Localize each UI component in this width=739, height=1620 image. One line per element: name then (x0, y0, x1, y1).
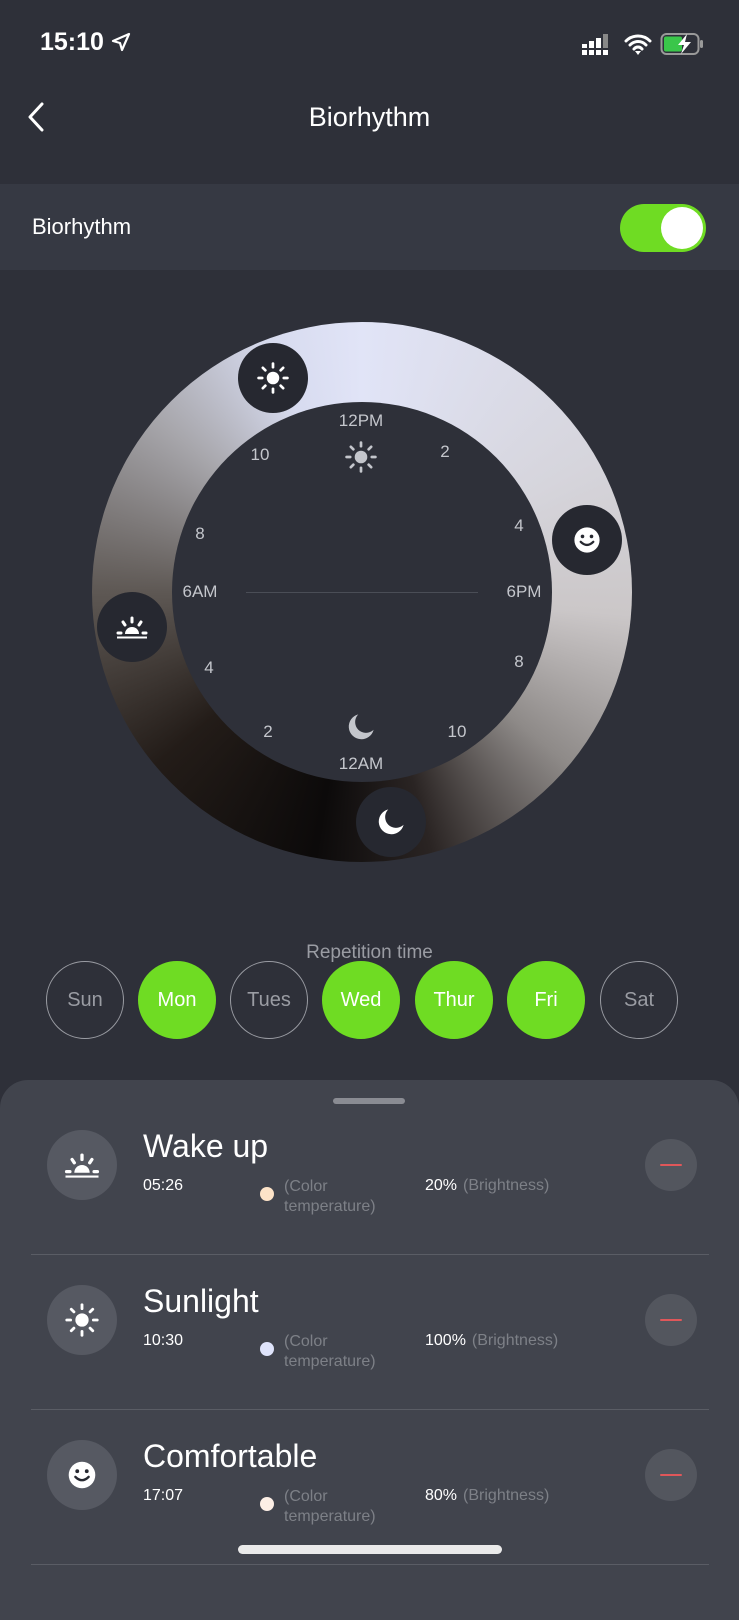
moon-icon (373, 804, 409, 840)
brightness-value: 20% (Brightness) (425, 1177, 549, 1195)
brightness-percent: 20% (425, 1177, 458, 1194)
page-title: Biorhythm (308, 102, 431, 132)
tick-12am: 12AM (338, 754, 384, 773)
brightness-value: 100% (Brightness) (425, 1332, 558, 1350)
noon-sun-icon (343, 439, 379, 475)
item-time: 05:26 (143, 1177, 184, 1194)
day-wed[interactable]: Wed (322, 961, 400, 1039)
item-title: Sunlight (143, 1283, 259, 1319)
smile-icon (569, 522, 605, 558)
biorhythm-setting-row: Biorhythm (0, 184, 739, 270)
tick-6am: 6AM (182, 582, 218, 601)
sleep-marker[interactable] (356, 787, 426, 857)
toggle-knob (661, 207, 703, 249)
day-tues[interactable]: Tues (230, 961, 308, 1039)
day-fri[interactable]: Fri (507, 961, 585, 1039)
item-time: 10:30 (143, 1332, 184, 1349)
remove-button[interactable] (645, 1139, 697, 1191)
item-time: 17:07 (143, 1487, 184, 1504)
item-title: Wake up (143, 1128, 269, 1164)
remove-button[interactable] (645, 1294, 697, 1346)
item-title: Comfortable (143, 1438, 318, 1474)
brightness-percent: 80% (425, 1487, 458, 1504)
minus-icon (660, 1318, 682, 1322)
tick-6pm: 6PM (506, 582, 542, 601)
brightness-label: (Brightness) (463, 1487, 550, 1504)
color-temperature-label: (Color temperature) (284, 1333, 376, 1370)
schedule-sheet: Wake up 05:26 (Color temperature) 20% (Br… (0, 1080, 739, 1620)
tick-4pm: 4 (514, 516, 524, 535)
sun-icon (63, 1301, 101, 1339)
brightness-percent: 100% (425, 1332, 466, 1349)
home-indicator[interactable] (238, 1545, 502, 1554)
tick-2pm: 2 (440, 442, 450, 461)
biorhythm-toggle[interactable] (620, 204, 706, 252)
battery-charging-icon (660, 32, 706, 61)
row-icon (47, 1130, 117, 1200)
midnight-moon-icon (343, 709, 379, 745)
tick-12pm: 12PM (338, 411, 384, 430)
color-temperature-label: (Color temperature) (284, 1178, 376, 1215)
sunrise-icon (60, 1143, 104, 1187)
remove-button[interactable] (645, 1449, 697, 1501)
color-temperature-label: (Color temperature) (284, 1488, 376, 1525)
day-sun[interactable]: Sun (46, 961, 124, 1039)
schedule-item-comfortable[interactable]: Comfortable 17:07 (Color temperature) 80… (0, 1405, 739, 1560)
setting-label: Biorhythm (32, 214, 132, 239)
minus-icon (660, 1163, 682, 1167)
minus-icon (660, 1473, 682, 1477)
color-temperature-dot (260, 1497, 274, 1511)
brightness-label: (Brightness) (471, 1332, 559, 1349)
smile-icon (63, 1456, 101, 1494)
day-thur[interactable]: Thur (415, 961, 493, 1039)
row-icon (47, 1285, 117, 1355)
status-time: 15:10 (40, 28, 131, 57)
color-temperature-dot (260, 1342, 274, 1356)
wake-up-marker[interactable] (97, 592, 167, 662)
divider (31, 1564, 709, 1565)
schedule-item-sunlight[interactable]: Sunlight 10:30 (Color temperature) 100% (… (0, 1250, 739, 1405)
tick-10pm: 10 (447, 722, 467, 741)
brightness-value: 80% (Brightness) (425, 1487, 549, 1505)
tick-2am: 2 (263, 722, 273, 741)
sunlight-marker[interactable] (238, 343, 308, 413)
tick-10am: 10 (250, 445, 270, 464)
sun-icon (255, 360, 291, 396)
tick-8pm: 8 (514, 652, 524, 671)
sunrise-icon (112, 607, 152, 647)
tick-4am: 4 (204, 658, 214, 677)
day-mon[interactable]: Mon (138, 961, 216, 1039)
color-temperature-dot (260, 1187, 274, 1201)
location-arrow-icon (111, 32, 131, 52)
row-icon (47, 1440, 117, 1510)
repetition-label: Repetition time (306, 942, 433, 963)
schedule-item-wake-up[interactable]: Wake up 05:26 (Color temperature) 20% (Br… (0, 1095, 739, 1250)
brightness-label: (Brightness) (463, 1177, 550, 1194)
dial-divider (246, 592, 478, 593)
day-sat[interactable]: Sat (600, 961, 678, 1039)
comfortable-marker[interactable] (552, 505, 622, 575)
wifi-icon (624, 32, 652, 61)
signal-icon (582, 34, 614, 61)
tick-8am: 8 (195, 524, 205, 543)
